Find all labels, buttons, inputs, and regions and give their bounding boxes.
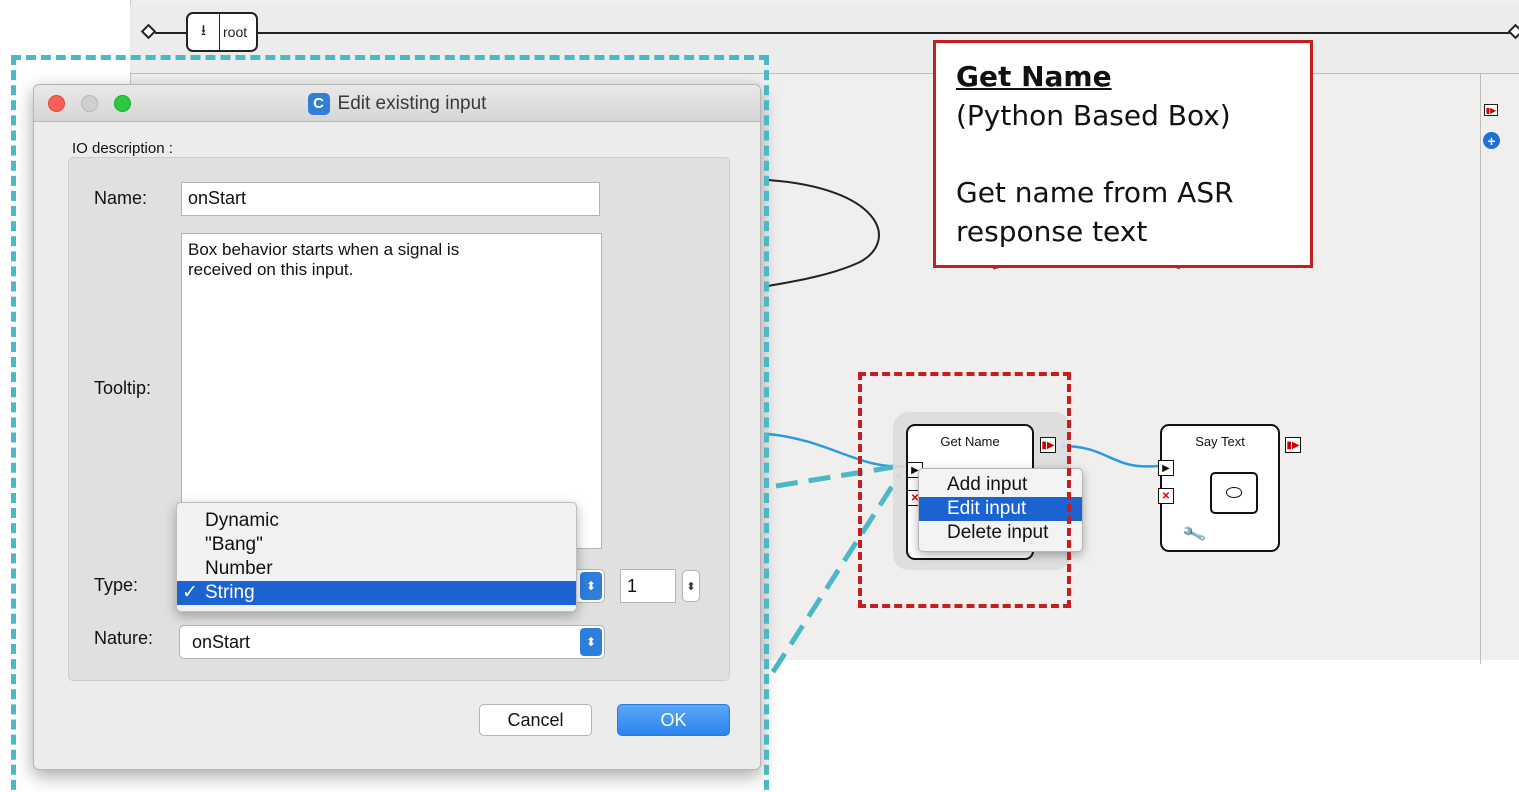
choregraphe-screenshot: ⭳ root ▮▶ + Get Name ▶ ✕ ▮▶ Say Text ▶ ✕… [0,0,1519,792]
root-flow-line [155,32,1515,34]
callout-desc-line1: Get name from ASR [956,176,1234,209]
speech-bubble-icon: ⬭ [1210,472,1258,514]
callout-subtitle: (Python Based Box) [956,99,1231,132]
get-name-highlight [858,372,1071,608]
play-input-icon[interactable]: ▶ [1158,460,1174,476]
output-port-icon[interactable]: ▮▶ [1285,437,1301,453]
stop-input-icon[interactable]: ✕ [1158,488,1174,504]
dialog-highlight [11,55,769,792]
get-name-callout: Get Name (Python Based Box) Get name fro… [933,40,1313,268]
add-circle-icon[interactable]: + [1483,132,1500,149]
callout-desc-line2: response text [956,215,1148,248]
callout-title: Get Name [956,60,1112,93]
root-label: root [223,24,248,40]
say-text-title: Say Text [1195,434,1245,449]
output-port-icon[interactable]: ▮▶ [1484,104,1498,116]
canvas-right-divider [1480,74,1481,664]
import-arrow-icon: ⭳ [188,14,220,50]
breadcrumb-root[interactable]: ⭳ root [186,12,258,52]
